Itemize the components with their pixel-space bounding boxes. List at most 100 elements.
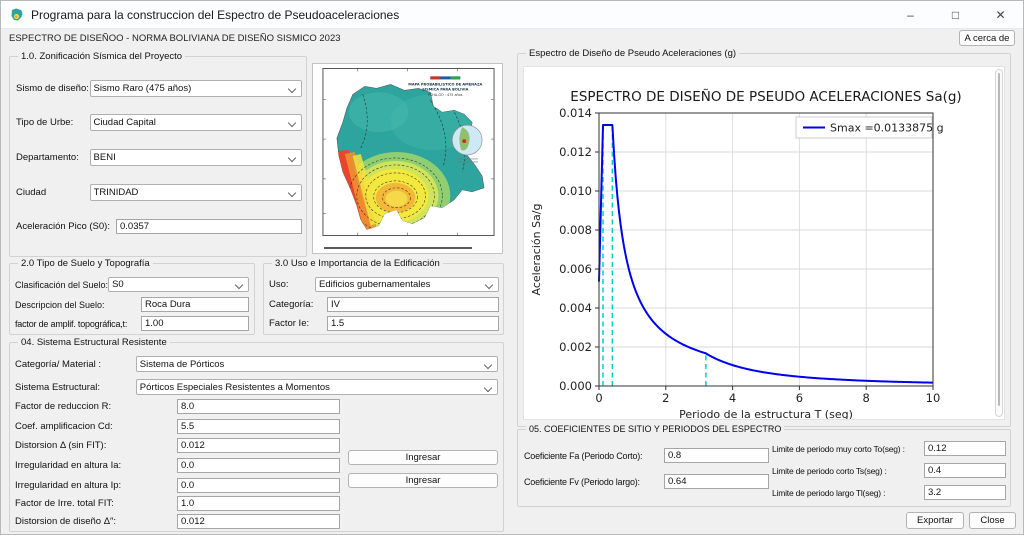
distorsion-diseno-input[interactable] [177,514,340,529]
coef-fv-input[interactable] [664,474,769,489]
norm-subtitle: ESPECTRO DE DISEÑOO - NORMA BOLIVIANA DE… [9,33,341,44]
section-coeficientes: 05. COEFICIENTES DE SITIO Y PERIODOS DEL… [517,424,1011,507]
chevron-down-icon [234,280,244,290]
ingresar-ip-button[interactable]: Ingresar [348,473,498,488]
section-sistema-title: 04. Sistema Estructural Resistente [18,337,170,348]
periodo-tl-input[interactable] [924,485,1006,500]
chevron-down-icon [287,188,297,198]
categoria-material-select[interactable]: Sistema de Pórticos [135,356,498,372]
tipo-urbe-select[interactable]: Ciudad Capital [89,114,302,131]
clasificacion-suelo-label: Clasificación del Suelo: [15,279,109,290]
section-sistema: 04. Sistema Estructural Resistente Categ… [9,337,504,532]
coef-amplificacion-input[interactable] [177,419,340,434]
svg-text:0: 0 [595,391,602,405]
section-coeficientes-title: 05. COEFICIENTES DE SITIO Y PERIODOS DEL… [526,424,785,434]
map-title-line1: MAPA PROBABILISTICO DE AMENAZA [408,82,482,86]
periodo-to-input[interactable] [924,441,1006,456]
svg-text:Periodo de la estructura T (se: Periodo de la estructura T (seg) [679,408,853,419]
maximize-button[interactable]: □ [933,1,978,29]
irregularidad-ip-input[interactable] [177,478,340,493]
categoria-label: Categoría: [269,299,314,310]
svg-text:4: 4 [729,391,736,405]
periodo-tl-label: Limite de periodo largo Tl(seg) : [772,487,886,498]
chevron-down-icon [483,383,493,392]
chart-scrollbar[interactable] [995,69,1003,417]
descripcion-suelo-label: Descripcion del Suelo: [15,299,105,310]
ciudad-value: TRINIDAD [93,187,139,198]
chevron-down-icon [287,153,297,163]
irregularidad-ia-input[interactable] [177,458,340,473]
factor-fit-input[interactable] [177,496,340,511]
about-button[interactable]: A cerca de [959,30,1015,46]
spectrum-chart: 0 2 4 6 8 10 0.000 0.002 0.004 0.006 0.008 0.010 0.0… [530,88,962,421]
ciudad-select[interactable]: TRINIDAD [89,184,302,201]
tipo-urbe-value: Ciudad Capital [93,117,156,128]
periodo-ts-input[interactable] [924,463,1006,478]
sismo-diseno-label: Sismo de diseño: [16,83,89,94]
uso-label: Uso: [269,279,289,290]
exportar-button[interactable]: Exportar [906,512,964,529]
close-window-button[interactable]: Close [969,512,1016,529]
departamento-select[interactable]: BENI [89,149,302,166]
categoria-input[interactable] [327,297,499,312]
map-title-line2: SISMICA PARA BOLIVIA [422,87,468,91]
svg-text:Aceleración Sa/g: Aceleración Sa/g [530,204,543,296]
svg-text:ESPECTRO DE DISEÑO DE PSEUDO A: ESPECTRO DE DISEÑO DE PSEUDO ACELERACION… [570,88,961,105]
svg-text:0.002: 0.002 [559,340,592,354]
svg-text:0.012: 0.012 [559,145,592,159]
svg-text:0.010: 0.010 [559,184,592,198]
sistema-estructural-label: Sistema Estructural: [15,381,100,393]
svg-text:6: 6 [796,391,803,405]
chevron-down-icon [483,360,493,369]
close-button[interactable]: ✕ [978,1,1023,29]
chevron-down-icon [287,84,297,94]
uso-value: Edificios gubernamentales [318,279,431,290]
section-zonificacion-title: 1.0. Zonificación Sísmica del Proyecto [18,51,186,62]
descripcion-suelo-input[interactable] [141,297,249,312]
chevron-down-icon [484,280,494,290]
chart-scrollbar-thumb[interactable] [998,73,1000,406]
factor-ie-input[interactable] [327,316,499,331]
distorsion-sin-fit-input[interactable] [177,438,340,453]
factor-reduccion-input[interactable] [177,399,340,414]
irregularidad-ia-label: Irregularidad en altura Ia: [15,460,122,471]
section-uso: 3.0 Uso e Importancia de la Edificación … [263,258,504,335]
categoria-material-label: Categoría/ Material : [15,358,102,370]
coef-fv-label: Coeficiente Fv (Periodo largo): [524,476,640,487]
app-window: Programa para la construccion del Espect… [0,0,1024,535]
coef-fa-input[interactable] [664,448,769,463]
svg-text:8: 8 [863,391,870,405]
factor-ie-label: Factor Ie: [269,318,310,329]
periodo-to-label: Limite de periodo muy corto To(seg) : [772,443,905,454]
svg-text:0.008: 0.008 [559,223,592,237]
ingresar-ia-button[interactable]: Ingresar [348,450,498,465]
ciudad-label: Ciudad [16,187,47,198]
sismo-diseno-select[interactable]: Sismo Raro (475 años) [89,80,302,97]
svg-text:Smax =0.0133875 g: Smax =0.0133875 g [830,122,944,135]
svg-text:0.014: 0.014 [559,106,592,120]
irregularidad-ip-label: Irregularidad en altura Ip: [15,480,122,491]
sistema-estructural-value: Pórticos Especiales Resistentes a Moment… [139,381,330,393]
coef-amplificacion-label: Coef. amplificacion Cd: [15,421,113,432]
minimize-button[interactable]: – [888,1,933,29]
factor-topografia-label: factor de amplif. topográfica,t: [15,318,128,329]
tipo-urbe-label: Tipo de Urbe: [16,117,74,128]
factor-reduccion-label: Factor de reduccion R: [15,401,112,412]
periodo-ts-label: Limite de periodo corto Ts(seg) : [772,465,887,476]
aceleracion-pico-input[interactable] [116,219,302,234]
svg-text:10: 10 [926,391,941,405]
chevron-down-icon [287,118,297,128]
aceleracion-pico-label: Aceleración Pico (S0): [16,221,110,232]
window-title: Programa para la construccion del Espect… [31,7,400,22]
map-scroll-divider [324,247,472,249]
factor-topografia-input[interactable] [141,316,249,331]
distorsion-diseno-label: Distorsion de diseño Δ″: [15,516,117,527]
sistema-estructural-select[interactable]: Pórticos Especiales Resistentes a Moment… [135,379,498,395]
coef-fa-label: Coeficiente Fa (Periodo Corto): [524,450,643,461]
map-title-line3: PSHA-GO : 475 años [428,93,463,97]
uso-select[interactable]: Edificios gubernamentales [314,277,499,292]
map-panel: MAPA PROBABILISTICO DE AMENAZA SISMICA P… [312,63,503,254]
section-uso-title: 3.0 Uso e Importancia de la Edificación [272,258,443,269]
section-espectro: Espectro de Diseño de Pseudo Aceleracion… [517,48,1011,427]
clasificacion-suelo-select[interactable]: S0 [108,277,249,292]
